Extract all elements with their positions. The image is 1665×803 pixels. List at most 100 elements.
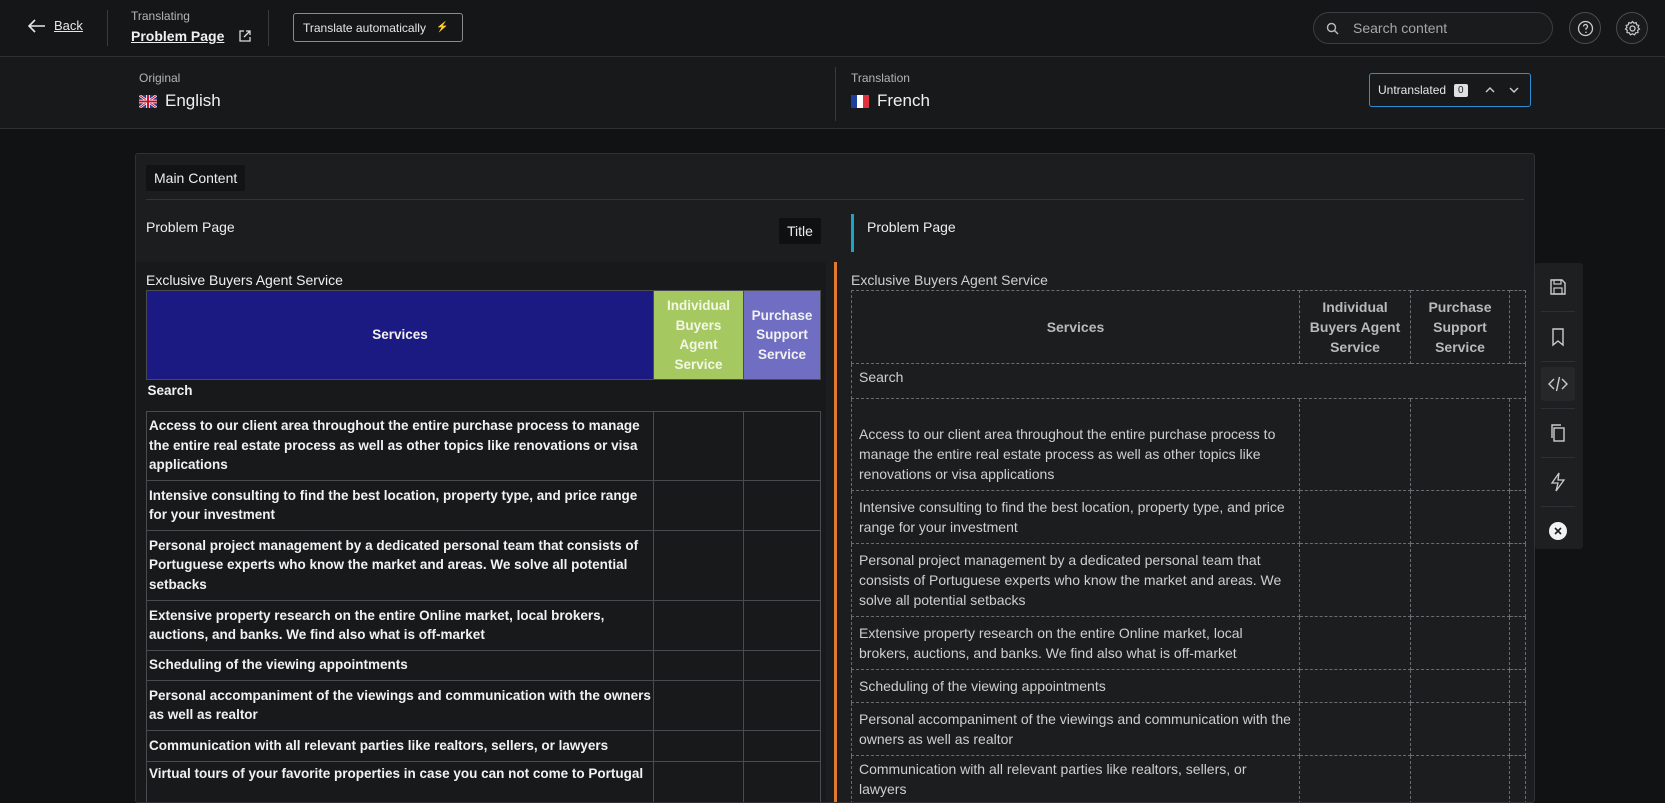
table-cell (1509, 702, 1526, 756)
table-row: Personal accompaniment of the viewings a… (851, 702, 1526, 756)
table-cell (653, 410, 744, 481)
page-name-link[interactable]: Problem Page (131, 28, 252, 44)
external-link-icon[interactable] (238, 29, 252, 43)
translation-label: Translation (851, 71, 910, 85)
table-cell (743, 410, 821, 481)
table-cell (743, 599, 821, 651)
table-cell[interactable]: Scheduling of the viewing appointments (851, 669, 1300, 703)
divider (268, 10, 269, 46)
field-type-badge: Title (779, 218, 821, 244)
content-panel: Main Content Problem Page Title Problem … (135, 153, 1535, 803)
table-cell[interactable]: Access to our client area throughout the… (851, 398, 1300, 491)
search-icon (1326, 22, 1339, 34)
table-cell[interactable]: Extensive property research on the entir… (851, 616, 1300, 670)
save-icon (1550, 279, 1566, 295)
table-header-row: Services Individual Buyers Agent Service… (851, 290, 1526, 364)
table-cell[interactable]: Personal accompaniment of the viewings a… (851, 702, 1300, 756)
table-cell[interactable]: Personal project management by a dedicat… (851, 543, 1300, 617)
untranslated-navigator[interactable]: Untranslated 0 (1369, 73, 1531, 107)
table-cell (1299, 616, 1411, 670)
table-cell (1509, 490, 1526, 544)
code-icon (1548, 376, 1568, 392)
divider (1541, 361, 1575, 362)
table-cell (653, 529, 744, 601)
table-cell: Communication with all relevant parties … (146, 729, 654, 762)
table-row: Extensive property research on the entir… (851, 616, 1526, 670)
clear-button[interactable] (1541, 514, 1575, 548)
search-box[interactable] (1313, 12, 1553, 44)
table-row: Access to our client area throughout the… (146, 410, 821, 481)
help-button[interactable] (1569, 12, 1601, 44)
back-label: Back (54, 18, 83, 33)
table-cell (1509, 398, 1526, 491)
search-input[interactable] (1353, 20, 1533, 36)
bookmark-icon (1552, 328, 1564, 347)
arrow-left-icon (28, 18, 45, 33)
france-flag-icon (851, 94, 869, 108)
divider (1541, 506, 1575, 507)
code-view-button[interactable] (1541, 367, 1575, 401)
title-target[interactable]: Problem Page (867, 219, 956, 235)
chevron-down-icon[interactable] (1508, 84, 1520, 96)
table-cell (1410, 702, 1510, 756)
settings-button[interactable] (1616, 12, 1648, 44)
translate-automatically-button[interactable]: Translate automatically ⚡ (293, 13, 463, 42)
table-cell (1299, 490, 1411, 544)
table-cell (1509, 669, 1526, 703)
table-row: Extensive property research on the entir… (146, 599, 821, 651)
header-individual: Individual Buyers Agent Service (653, 290, 744, 380)
divider (1541, 457, 1575, 458)
table-cell (1299, 398, 1411, 491)
table-cell (743, 760, 821, 802)
table-cell: Personal accompaniment of the viewings a… (146, 679, 654, 731)
table-row: Communication with all relevant parties … (146, 729, 821, 762)
table-cell[interactable]: Intensive consulting to find the best lo… (851, 490, 1300, 544)
table-row: Scheduling of the viewing appointments (146, 649, 821, 681)
auto-translate-field-button[interactable] (1541, 465, 1575, 499)
table-cell: Scheduling of the viewing appointments (146, 649, 654, 681)
field-toolbar (1535, 263, 1583, 549)
table-cell (653, 760, 744, 802)
translating-info: Translating Problem Page (131, 9, 252, 44)
table-cell (1410, 616, 1510, 670)
table-cell[interactable]: Communication with all relevant parties … (851, 755, 1300, 802)
table-cell (1509, 543, 1526, 617)
table-header-row: Services Individual Buyers Agent Service… (146, 290, 821, 380)
bookmark-button[interactable] (1541, 320, 1575, 354)
header-individual: Individual Buyers Agent Service (1299, 290, 1411, 364)
table-row: Communication with all relevant parties … (851, 755, 1526, 802)
divider (146, 199, 1524, 200)
table-cell (653, 599, 744, 651)
table-cell (1410, 398, 1510, 491)
translation-content-label: Exclusive Buyers Agent Service (851, 272, 1048, 288)
translation-language-name: French (877, 91, 930, 110)
table-row: Intensive consulting to find the best lo… (851, 490, 1526, 544)
table-cell (1509, 290, 1526, 364)
header-purchase: Purchase Support Service (1410, 290, 1510, 364)
table-row: Personal project management by a dedicat… (146, 529, 821, 601)
back-button[interactable]: Back (28, 18, 83, 33)
divider (835, 67, 836, 121)
divider (107, 10, 108, 46)
divider (1541, 311, 1575, 312)
divider (1541, 408, 1575, 409)
table-row: Search (851, 363, 1526, 399)
header-services: Services (851, 290, 1300, 364)
table-cell: Intensive consulting to find the best lo… (146, 479, 654, 531)
translation-table[interactable]: Services Individual Buyers Agent Service… (851, 290, 1526, 802)
search-row-cell: Search (147, 383, 193, 398)
table-row: Intensive consulting to find the best lo… (146, 479, 821, 531)
search-row-cell[interactable]: Search (851, 363, 1526, 399)
header-services: Services (146, 290, 654, 380)
language-bar: Original English Translation French Untr… (0, 57, 1665, 129)
title-translation-field[interactable]: Problem Page (851, 214, 956, 252)
untranslated-count: 0 (1454, 83, 1468, 97)
save-button[interactable] (1541, 270, 1575, 304)
table-cell (1410, 755, 1510, 802)
chevron-up-icon[interactable] (1484, 84, 1496, 96)
copy-source-button[interactable] (1541, 416, 1575, 450)
translation-content[interactable]: Exclusive Buyers Agent Service Services … (834, 262, 1534, 802)
section-tag: Main Content (146, 165, 246, 191)
page-name[interactable]: Problem Page (131, 28, 224, 44)
table-row: Search (147, 380, 821, 412)
